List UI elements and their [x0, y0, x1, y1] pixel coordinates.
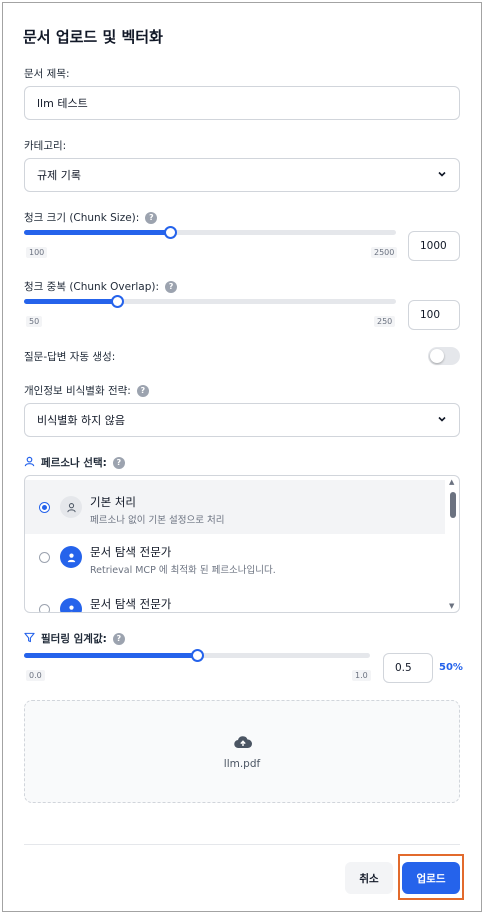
scroll-up-icon[interactable]: ▲: [449, 478, 454, 486]
user-icon: [60, 546, 82, 568]
user-icon: [24, 456, 35, 470]
filter-threshold-slider-thumb[interactable]: [191, 649, 204, 662]
chunk-size-slider[interactable]: [24, 226, 396, 239]
chevron-down-icon: [437, 414, 447, 427]
chunk-size-min: 100: [26, 247, 48, 258]
user-icon: [60, 496, 82, 518]
qa-generation-label: 질문-답변 자동 생성:: [24, 351, 116, 363]
filter-threshold-input[interactable]: 0.5: [383, 653, 433, 683]
selected-file-name: llm.pdf: [223, 758, 261, 770]
persona-radio[interactable]: [39, 552, 50, 563]
file-dropzone[interactable]: llm.pdf: [24, 700, 460, 803]
persona-name: 문서 탐색 전문가: [90, 545, 172, 559]
chunk-overlap-slider[interactable]: [24, 295, 396, 308]
persona-label: 페르소나 선택: ?: [24, 455, 125, 470]
persona-desc: 페르소나 없이 기본 설정으로 처리: [90, 515, 225, 526]
category-label: 카테고리:: [24, 140, 67, 152]
persona-name: 기본 처리: [90, 495, 136, 509]
chunk-size-max: 2500: [371, 247, 398, 258]
chunk-size-slider-thumb[interactable]: [163, 226, 177, 239]
chunk-overlap-max: 250: [374, 316, 396, 327]
chunk-overlap-slider-thumb[interactable]: [111, 295, 124, 308]
cancel-button[interactable]: 취소: [345, 862, 393, 894]
filter-threshold-max: 1.0: [352, 670, 371, 681]
filter-threshold-min: 0.0: [26, 670, 45, 681]
filter-threshold-slider[interactable]: [24, 649, 370, 662]
persona-item[interactable]: 문서 탐색 전문가: [25, 590, 445, 612]
doc-title-input[interactable]: llm 테스트: [24, 86, 460, 120]
category-select[interactable]: 규제 기록: [24, 158, 460, 192]
persona-name: 문서 탐색 전문가: [90, 597, 172, 611]
doc-title-label: 문서 제목:: [24, 68, 70, 80]
help-icon[interactable]: ?: [165, 280, 178, 293]
help-icon[interactable]: ?: [136, 384, 149, 397]
scrollbar-thumb[interactable]: [450, 492, 456, 518]
persona-desc: Retrieval MCP 에 최적화 된 페르소나입니다.: [90, 565, 276, 576]
help-icon[interactable]: ?: [112, 632, 125, 645]
toggle-knob: [430, 349, 444, 363]
qa-generation-toggle[interactable]: [428, 347, 460, 365]
persona-radio[interactable]: [39, 502, 50, 513]
persona-list[interactable]: 기본 처리 페르소나 없이 기본 설정으로 처리 문서 탐색 전문가 Retri…: [24, 475, 460, 613]
footer-divider: [24, 844, 460, 845]
chunk-overlap-min: 50: [26, 316, 43, 327]
help-icon[interactable]: ?: [112, 456, 125, 469]
filter-threshold-percent: 50%: [439, 662, 463, 673]
persona-scrollbar[interactable]: ▲ ▼: [449, 478, 457, 610]
help-icon[interactable]: ?: [145, 211, 158, 224]
filter-icon: [24, 632, 35, 646]
upload-dialog: 문서 업로드 및 벡터화 문서 제목: llm 테스트 카테고리: 규제 기록 …: [2, 2, 482, 912]
persona-radio[interactable]: [39, 604, 50, 612]
chunk-size-input[interactable]: 1000: [408, 231, 460, 261]
persona-item[interactable]: 문서 탐색 전문가 Retrieval MCP 에 최적화 된 페르소나입니다.: [25, 534, 445, 588]
persona-item[interactable]: 기본 처리 페르소나 없이 기본 설정으로 처리: [25, 480, 445, 534]
upload-button[interactable]: 업로드: [402, 862, 460, 894]
dialog-title: 문서 업로드 및 벡터화: [23, 28, 163, 46]
chunk-size-label: 청크 크기 (Chunk Size): ?: [24, 210, 158, 225]
user-icon: [60, 598, 82, 612]
scroll-down-icon[interactable]: ▼: [449, 602, 454, 610]
chunk-overlap-label: 청크 중복 (Chunk Overlap): ?: [24, 279, 178, 294]
cloud-upload-icon: [234, 734, 253, 753]
chevron-down-icon: [437, 169, 447, 182]
pii-label: 개인정보 비식별화 전략: ?: [24, 383, 149, 398]
filter-threshold-label: 필터링 임계값: ?: [24, 631, 125, 646]
pii-select[interactable]: 비식별화 하지 않음: [24, 403, 460, 437]
chunk-overlap-input[interactable]: 100: [408, 300, 460, 330]
